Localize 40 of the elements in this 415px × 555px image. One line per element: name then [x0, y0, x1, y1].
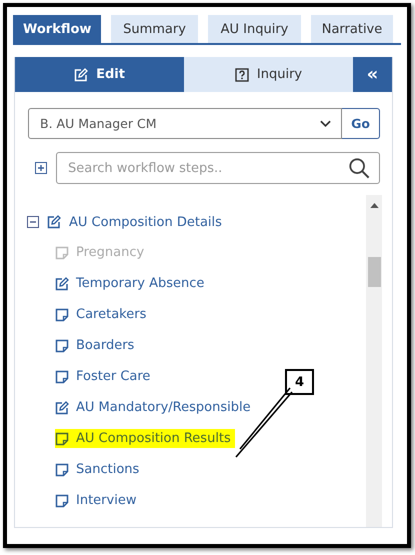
tree-group-label[interactable]: AU Composition Details	[69, 214, 222, 230]
collapse-button[interactable]: «	[353, 57, 392, 92]
collapse-icon[interactable]	[27, 216, 39, 228]
edit-icon	[47, 215, 61, 229]
tree-item[interactable]: Caretakers	[55, 305, 150, 324]
tree-item[interactable]: Boarders	[55, 336, 138, 355]
tab[interactable]: Summary	[111, 15, 198, 43]
note-icon	[55, 308, 69, 322]
edit-icon	[55, 400, 69, 414]
edit-icon	[55, 276, 69, 290]
tab[interactable]: Narrative	[311, 15, 393, 43]
tab[interactable]: AU Inquiry	[208, 15, 301, 43]
tree-item[interactable]: Interview	[55, 491, 140, 510]
note-icon	[55, 462, 69, 476]
dropdown-value: B. AU Manager CM	[40, 116, 156, 131]
tree-item[interactable]: AU Mandatory/Responsible	[55, 398, 255, 417]
tab[interactable]: Workflow	[13, 15, 101, 43]
mode-tab[interactable]: Inquiry	[184, 57, 353, 92]
tree-item[interactable]: AU Composition Results	[55, 429, 235, 448]
question-icon	[234, 68, 249, 82]
tree-item[interactable]: Temporary Absence	[55, 274, 208, 293]
note-icon	[55, 494, 69, 508]
callout-label: 4	[285, 369, 314, 395]
scroll-up-icon[interactable]	[370, 203, 378, 208]
search-icon	[348, 157, 370, 179]
tree-item[interactable]: Sanctions	[55, 460, 144, 479]
note-icon	[55, 370, 69, 384]
tree-item[interactable]: Foster Care	[55, 367, 154, 386]
step-dropdown[interactable]: B. AU Manager CM	[28, 108, 342, 139]
scrollbar[interactable]	[366, 195, 382, 527]
note-icon	[55, 432, 69, 446]
scrollbar-thumb[interactable]	[368, 257, 380, 287]
chevron-down-icon	[320, 120, 331, 128]
note-icon	[55, 338, 69, 352]
note-icon	[55, 246, 69, 260]
edit-icon	[74, 68, 88, 82]
mode-tab[interactable]: Edit	[15, 57, 184, 92]
search-field[interactable]: Search workflow steps..	[56, 152, 380, 184]
expand-all-icon[interactable]	[35, 162, 47, 174]
go-button[interactable]: Go	[342, 108, 380, 139]
